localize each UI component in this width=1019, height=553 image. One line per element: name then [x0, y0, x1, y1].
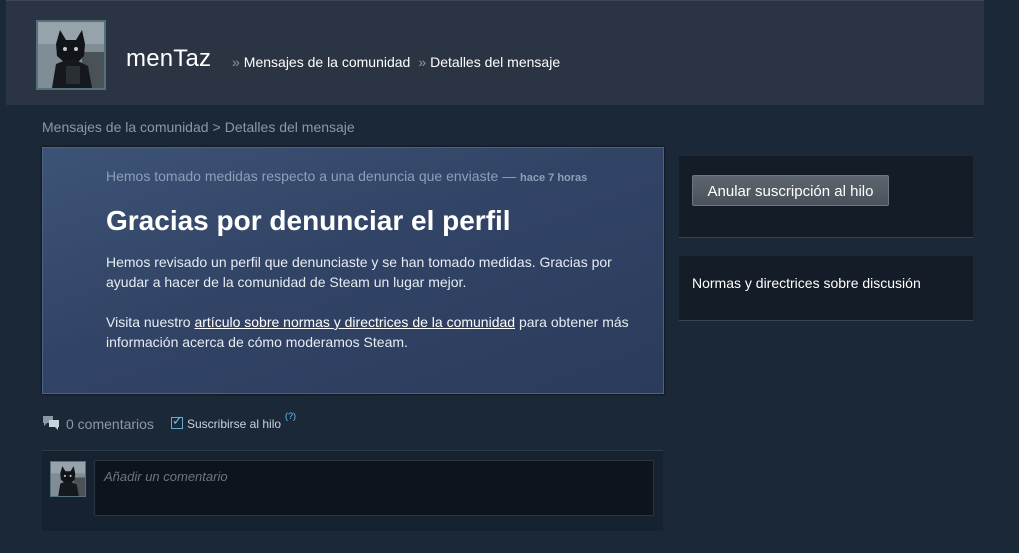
- notice-timestamp: hace 7 horas: [520, 172, 588, 184]
- comment-composer: [42, 450, 663, 531]
- comment-count: 0 comentarios: [66, 416, 154, 432]
- subscribe-help-link[interactable]: (?): [285, 411, 296, 421]
- guidelines-article-link[interactable]: artículo sobre normas y directrices de l…: [194, 314, 515, 330]
- header-crumb-message-details[interactable]: Detalles del mensaje: [430, 54, 560, 70]
- subscribe-thread-label[interactable]: Suscribirse al hilo: [187, 417, 281, 431]
- notice-text-before-link: Visita nuestro: [106, 314, 195, 330]
- cat-avatar-image: [51, 462, 85, 496]
- header-crumb-community-messages[interactable]: Mensajes de la comunidad: [244, 54, 411, 70]
- avatar[interactable]: [50, 461, 86, 497]
- notice-title: Gracias por denunciar el perfil: [106, 205, 511, 236]
- speech-bubbles-icon: [43, 416, 59, 430]
- header-breadcrumb: » Mensajes de la comunidad» Detalles del m…: [224, 54, 560, 70]
- breadcrumb-separator: >: [212, 119, 221, 135]
- notice-subtitle-text: Hemos tomado medidas respecto a una denu…: [106, 168, 517, 184]
- crumb-separator: »: [232, 54, 240, 70]
- thread-actions-panel: Anular suscripción al hilo: [679, 156, 973, 238]
- breadcrumb-message-details[interactable]: Detalles del mensaje: [225, 119, 355, 135]
- breadcrumb-community-messages[interactable]: Mensajes de la comunidad: [42, 119, 209, 135]
- discussion-rules-link[interactable]: Normas y directrices sobre discusión: [692, 275, 921, 291]
- breadcrumb: Mensajes de la comunidad > Detalles del me…: [42, 119, 355, 135]
- username[interactable]: menTaz: [126, 45, 211, 73]
- comment-bar: 0 comentarios ✓ Suscribirse al hilo (?): [42, 411, 662, 435]
- comment-input[interactable]: [94, 460, 654, 516]
- cat-avatar-image: [38, 22, 104, 88]
- subscribe-thread-checkbox[interactable]: ✓: [171, 413, 183, 429]
- avatar[interactable]: [36, 20, 106, 90]
- notice-paragraph: Hemos revisado un perfil que denunciaste…: [106, 254, 612, 290]
- notice-paragraph-guidelines: Visita nuestro artículo sobre normas y d…: [106, 312, 641, 352]
- report-notice-card: Hemos tomado medidas respecto a una denu…: [42, 147, 664, 394]
- unsubscribe-thread-button[interactable]: Anular suscripción al hilo: [692, 175, 889, 206]
- notice-subtitle: Hemos tomado medidas respecto a una denu…: [106, 168, 587, 184]
- profile-header: menTaz » Mensajes de la comunidad» Detalle…: [6, 0, 984, 105]
- crumb-separator: »: [418, 54, 427, 70]
- checkmark-icon: ✓: [172, 413, 183, 428]
- rules-panel: Normas y directrices sobre discusión: [679, 256, 973, 321]
